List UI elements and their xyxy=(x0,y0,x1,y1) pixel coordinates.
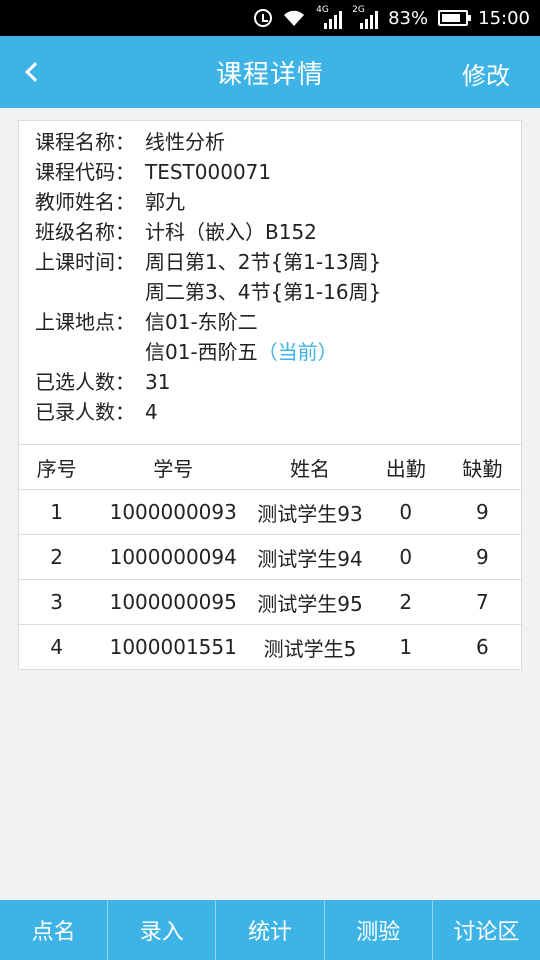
teacher-row: 教师姓名： 郭九 xyxy=(35,187,521,217)
nav-statistics-button[interactable]: 统计 xyxy=(216,900,325,960)
cell-attendance: 0 xyxy=(367,534,444,580)
course-info-card: 课程名称： 线性分析 课程代码： TEST000071 教师姓名： 郭九 班级名… xyxy=(18,120,522,454)
cell-student-id: 1000000095 xyxy=(94,579,253,625)
location-value: 信01-西阶五 xyxy=(145,340,258,364)
battery-level-fill xyxy=(442,14,461,22)
cell-seq: 4 xyxy=(50,635,64,659)
selected-count-value: 31 xyxy=(145,370,171,394)
battery-percent: 83% xyxy=(388,7,429,29)
class-label: 班级名称： xyxy=(35,220,135,244)
bottom-nav: 点名 录入 统计 测验 讨论区 xyxy=(0,900,540,960)
signal-status-1: 4G xyxy=(316,5,343,29)
course-code-row: 课程代码： TEST000071 xyxy=(35,157,521,187)
column-header-absence: 缺勤 xyxy=(443,444,522,490)
course-code-label: 课程代码： xyxy=(35,160,135,184)
nav-enter-button[interactable]: 录入 xyxy=(108,900,217,960)
time-label: 上课时间： xyxy=(35,250,135,274)
table-row[interactable]: 3 1000000095 测试学生95 2 7 xyxy=(18,579,522,625)
cell-absence: 9 xyxy=(443,534,522,580)
location-row: 上课地点： 信01-东阶二 信01-西阶五（当前） xyxy=(35,307,521,367)
back-button[interactable] xyxy=(10,50,54,94)
table-header-row: 序号 学号 姓名 出勤 缺勤 xyxy=(18,444,522,490)
wifi-icon xyxy=(284,10,305,26)
selected-count-row: 已选人数： 31 xyxy=(35,367,521,397)
table-row[interactable]: 1 1000000093 测试学生93 0 9 xyxy=(18,489,522,535)
cell-name: 测试学生95 xyxy=(252,579,368,625)
student-table: 序号 学号 姓名 出勤 缺勤 1 1000000093 测试学生93 0 9 2… xyxy=(18,444,522,670)
cell-name: 测试学生93 xyxy=(252,489,368,535)
cell-absence: 6 xyxy=(475,635,489,659)
chevron-left-icon xyxy=(25,62,45,82)
course-name-value: 线性分析 xyxy=(145,130,225,154)
course-name-row: 课程名称： 线性分析 xyxy=(35,127,521,157)
selected-count-label: 已选人数： xyxy=(35,370,135,394)
edit-button[interactable]: 修改 xyxy=(462,56,510,91)
table-row[interactable]: 4 1000001551 测试学生5 1 6 xyxy=(19,625,522,670)
signal-status-2: 2G xyxy=(352,5,379,29)
cell-student-id: 1000000093 xyxy=(94,489,253,535)
course-name-label: 课程名称： xyxy=(35,130,135,154)
page-title: 课程详情 xyxy=(215,59,324,90)
nav-discussion-button[interactable]: 讨论区 xyxy=(433,900,540,960)
teacher-value: 郭九 xyxy=(145,190,185,214)
time-value: 周二第3、4节{第1-16周} xyxy=(145,280,382,304)
cell-seq: 3 xyxy=(18,579,95,625)
location-label: 上课地点： xyxy=(35,310,135,334)
alarm-status xyxy=(254,9,273,27)
recorded-count-value: 4 xyxy=(145,400,158,424)
cell-name: 测试学生94 xyxy=(252,534,368,580)
wifi-status xyxy=(282,8,306,28)
time-value: 周日第1、2节{第1-13周} xyxy=(145,250,382,274)
table-row[interactable]: 2 1000000094 测试学生94 0 9 xyxy=(18,534,522,580)
cell-attendance: 1 xyxy=(399,635,413,659)
location-value: 信01-东阶二 xyxy=(145,310,258,334)
column-header-name: 姓名 xyxy=(252,444,368,490)
recorded-count-row: 已录人数： 4 xyxy=(35,397,521,427)
cell-seq: 1 xyxy=(18,489,95,535)
signal-icon: 4G xyxy=(316,5,343,29)
app-header: 课程详情 修改 xyxy=(0,36,540,108)
column-header-student-id: 学号 xyxy=(94,444,253,490)
signal-icon: 2G xyxy=(352,5,379,29)
column-header-seq: 序号 xyxy=(18,444,95,490)
alarm-icon xyxy=(254,9,273,27)
cell-absence: 7 xyxy=(443,579,522,625)
cell-student-id: 1000001551 xyxy=(109,635,237,659)
nav-roll-call-button[interactable]: 点名 xyxy=(0,900,109,960)
nav-quiz-button[interactable]: 测验 xyxy=(325,900,433,960)
cell-name: 测试学生5 xyxy=(263,636,357,661)
cell-attendance: 2 xyxy=(367,579,444,625)
clock: 15:00 xyxy=(478,7,530,29)
course-code-value: TEST000071 xyxy=(145,160,272,184)
recorded-count-label: 已录人数： xyxy=(35,400,135,424)
battery-icon xyxy=(438,10,472,26)
cell-seq: 2 xyxy=(18,534,95,580)
status-bar: 4G 2G 83% 15:00 xyxy=(0,0,540,36)
teacher-label: 教师姓名： xyxy=(35,190,135,214)
class-row: 班级名称： 计科（嵌入）B152 xyxy=(35,217,521,247)
class-value: 计科（嵌入）B152 xyxy=(145,220,317,244)
battery-status xyxy=(438,10,472,26)
location-value-current: 信01-西阶五（当前） xyxy=(145,337,338,367)
cell-attendance: 0 xyxy=(367,489,444,535)
column-header-attendance: 出勤 xyxy=(367,444,444,490)
cell-student-id: 1000000094 xyxy=(94,534,253,580)
current-location-tag: （当前） xyxy=(257,340,338,364)
time-row: 上课时间： 周日第1、2节{第1-13周} 周二第3、4节{第1-16周} xyxy=(35,247,521,307)
cell-absence: 9 xyxy=(443,489,522,535)
